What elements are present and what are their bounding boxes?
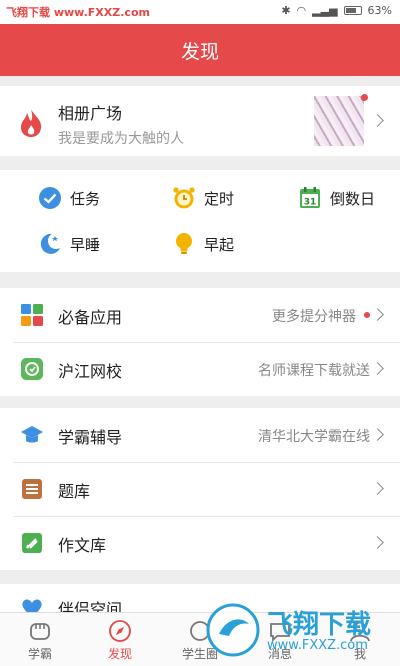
hujiang-icon <box>21 358 43 380</box>
list-item-label: 题库 <box>58 482 91 501</box>
album-plaza-row[interactable]: 相册广场 我是要成为大触的人 <box>0 86 400 156</box>
list-item-essential-apps[interactable]: 必备应用 更多提分神器 <box>0 288 400 342</box>
watermark-text: 飞翔下载 <box>267 610 372 640</box>
app-bar: 发现 <box>0 24 400 76</box>
tool-countdown-label: 倒数日 <box>330 189 376 208</box>
study-section: 学霸辅导 清华北大学霸在线 题库 作文库 <box>0 408 400 570</box>
album-plaza-subtitle: 我是要成为大触的人 <box>58 131 184 147</box>
moon-icon <box>40 233 60 254</box>
heart-icon <box>22 599 42 612</box>
task-check-icon <box>39 187 61 209</box>
chevron-right-icon <box>371 308 384 321</box>
album-plaza-title: 相册广场 <box>58 104 123 123</box>
watermark-logo-icon <box>206 603 260 657</box>
tool-wake-early[interactable]: 早起 <box>172 232 234 256</box>
tool-timer[interactable]: 定时 <box>172 186 234 210</box>
tool-timer-label: 定时 <box>204 189 235 208</box>
nav-tab-xueba[interactable]: 学霸 <box>0 613 80 666</box>
status-bar-left-text: 飞翔下载 www.FXXZ.com <box>6 6 150 19</box>
compass-icon <box>109 620 131 642</box>
list-item-label: 学霸辅导 <box>58 428 123 447</box>
calendar-date-text: 31 <box>304 198 317 208</box>
bluetooth-icon: ✱ <box>281 4 291 17</box>
tool-task[interactable]: 任务 <box>38 186 100 210</box>
tool-wake-early-label: 早起 <box>204 235 235 254</box>
list-item-hint: 名师课程下载就送 <box>258 363 370 379</box>
list-item-hujiang[interactable]: 沪江网校 名师课程下载就送 <box>0 342 400 396</box>
chevron-right-icon <box>371 536 384 549</box>
list-item-essay-bank[interactable]: 作文库 <box>0 516 400 570</box>
list-item-tutoring[interactable]: 学霸辅导 清华北大学霸在线 <box>0 408 400 462</box>
new-dot-badge <box>361 94 368 101</box>
watermark: 飞翔下载 www.FXXZ.com <box>205 598 395 666</box>
list-item-label: 沪江网校 <box>58 362 123 381</box>
battery-icon <box>343 6 362 15</box>
signal-icon: ▂▃▅ <box>312 4 338 17</box>
chevron-right-icon <box>371 362 384 375</box>
chevron-right-icon <box>371 482 384 495</box>
watermark-url: www.FXXZ.com <box>267 638 368 653</box>
status-bar-right: ✱ ◠ ▂▃▅ 63% <box>281 4 392 17</box>
fist-icon <box>30 623 50 640</box>
app-grid-icon <box>21 304 43 326</box>
list-item-hint: 清华北大学霸在线 <box>258 429 370 445</box>
list-item-hint: 更多提分神器 <box>272 309 356 325</box>
question-bank-icon <box>22 479 42 499</box>
tools-grid: 任务 定时 31 倒数日 早睡 早起 <box>0 170 400 272</box>
battery-percent: 63% <box>367 4 392 17</box>
essential-section: 必备应用 更多提分神器 沪江网校 名师课程下载就送 <box>0 288 400 396</box>
fire-icon <box>21 109 42 137</box>
nav-tab-label: 学霸 <box>27 647 52 661</box>
lightbulb-icon <box>176 233 192 254</box>
tool-sleep-early-label: 早睡 <box>70 235 101 254</box>
calendar-31-icon: 31 <box>300 187 320 208</box>
new-dot-badge <box>364 312 370 318</box>
list-item-label: 伴侣空间 <box>58 600 123 612</box>
wifi-icon: ◠ <box>296 4 307 17</box>
list-item-label: 必备应用 <box>58 308 123 327</box>
status-bar: 飞翔下载 www.FXXZ.com ✱ ◠ ▂▃▅ 63% <box>0 0 400 24</box>
list-item-label: 作文库 <box>58 536 107 555</box>
alarm-clock-icon <box>173 187 195 209</box>
tool-sleep-early[interactable]: 早睡 <box>38 232 100 256</box>
list-item-question-bank[interactable]: 题库 <box>0 462 400 516</box>
pen-icon <box>22 533 42 553</box>
album-thumbnail <box>314 96 364 146</box>
tool-task-label: 任务 <box>70 189 101 208</box>
tool-countdown[interactable]: 31 倒数日 <box>298 186 375 210</box>
nav-tab-label: 发现 <box>107 647 132 661</box>
chevron-right-icon <box>371 114 384 127</box>
graduation-cap-icon <box>21 426 43 443</box>
chevron-right-icon <box>371 428 384 441</box>
page-title: 发现 <box>180 41 219 63</box>
nav-tab-discover[interactable]: 发现 <box>80 613 160 666</box>
